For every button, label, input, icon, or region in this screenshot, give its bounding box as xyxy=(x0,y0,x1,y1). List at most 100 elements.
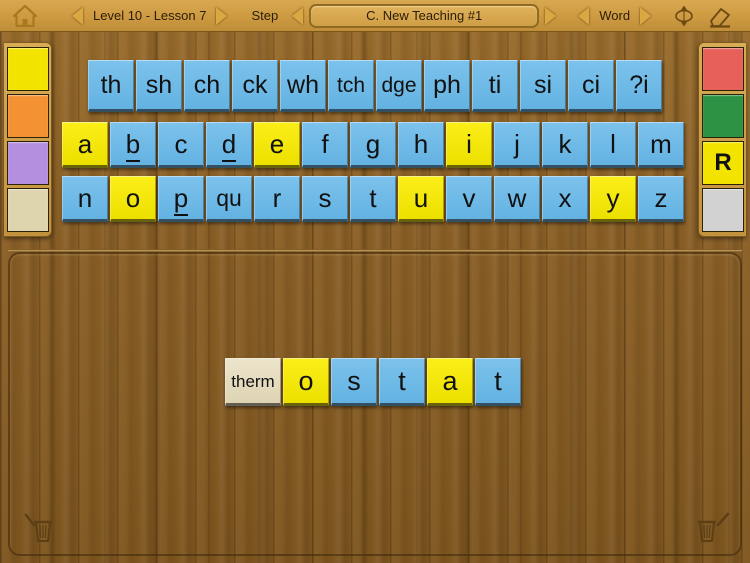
lesson-prev-arrow[interactable] xyxy=(72,6,83,25)
tile-label: e xyxy=(269,129,285,159)
tile-label: ch xyxy=(193,70,221,99)
tile-label: l xyxy=(610,129,616,159)
tile-u[interactable]: u xyxy=(398,176,444,222)
tile-c[interactable]: c xyxy=(158,122,204,168)
top-toolbar: Level 10 - Lesson 7 Step C. New Teaching… xyxy=(0,0,750,32)
swatch-orange[interactable] xyxy=(7,94,49,138)
tile-label: v xyxy=(462,183,476,213)
tile-label: qu xyxy=(216,184,242,211)
tile-th[interactable]: th xyxy=(88,60,134,112)
tile-label: tch xyxy=(336,73,365,97)
tile-ch[interactable]: ch xyxy=(184,60,230,112)
tile-label: ti xyxy=(488,70,502,99)
tile-wh[interactable]: wh xyxy=(280,60,326,112)
swatch-yellow[interactable] xyxy=(7,47,49,91)
trash-can-icon-right[interactable] xyxy=(688,511,734,545)
lesson-next-arrow[interactable] xyxy=(216,6,228,25)
word-tile-t[interactable]: t xyxy=(379,358,425,406)
tile-x[interactable]: x xyxy=(542,176,588,222)
step-value-text: C. New Teaching #1 xyxy=(366,8,483,23)
swatch-red[interactable] xyxy=(702,47,744,91)
tile-label: wh xyxy=(287,70,319,99)
tile-label: u xyxy=(413,183,429,213)
word-tile-o[interactable]: o xyxy=(283,358,329,406)
tile-label: z xyxy=(654,183,668,213)
mode-label: Word xyxy=(599,8,631,23)
tile-g[interactable]: g xyxy=(350,122,396,168)
word-tile-label: s xyxy=(347,365,361,396)
tile-ci[interactable]: ci xyxy=(568,60,614,112)
tile-sh[interactable]: sh xyxy=(136,60,182,112)
swatch-silver[interactable] xyxy=(702,188,744,232)
tile-t[interactable]: t xyxy=(350,176,396,222)
tile-i[interactable]: i xyxy=(446,122,492,168)
tile-k[interactable]: k xyxy=(542,122,588,168)
tile-label: i xyxy=(466,129,472,159)
word-tile-label: a xyxy=(442,365,458,396)
tile-z[interactable]: z xyxy=(638,176,684,222)
swatch-beige[interactable] xyxy=(7,188,49,232)
tile-dge[interactable]: dge xyxy=(376,60,422,112)
home-icon[interactable] xyxy=(12,4,38,28)
tile-label: h xyxy=(413,129,429,159)
mode-next-arrow[interactable] xyxy=(640,6,652,25)
tile-tch[interactable]: tch xyxy=(328,60,374,112)
assembled-word-row: therm o s t a t xyxy=(225,358,521,406)
tile-label: ph xyxy=(433,70,461,99)
tile-ck[interactable]: ck xyxy=(232,60,278,112)
step-value-box[interactable]: C. New Teaching #1 xyxy=(309,3,540,28)
tile-r[interactable]: r xyxy=(254,176,300,222)
tile-e[interactable]: e xyxy=(254,122,300,168)
tile-label: a xyxy=(77,129,93,159)
swatch-purple[interactable] xyxy=(7,141,49,185)
tile-o[interactable]: o xyxy=(110,176,156,222)
word-tile-label: t xyxy=(494,365,502,396)
tile-y[interactable]: y xyxy=(590,176,636,222)
tile-f[interactable]: f xyxy=(302,122,348,168)
word-tile-label: o xyxy=(298,365,314,396)
tile-b[interactable]: b xyxy=(110,122,156,168)
tile-ti[interactable]: ti xyxy=(472,60,518,112)
tile-label: ci xyxy=(581,70,601,99)
tile-m[interactable]: m xyxy=(638,122,684,168)
tile-j[interactable]: j xyxy=(494,122,540,168)
tile-v[interactable]: v xyxy=(446,176,492,222)
step-next-arrow[interactable] xyxy=(545,6,557,25)
swatch-yellow-r[interactable]: R xyxy=(702,141,744,185)
swatch-label: R xyxy=(714,149,732,176)
tile-ph[interactable]: ph xyxy=(424,60,470,112)
swatch-green[interactable] xyxy=(702,94,744,138)
tile-p[interactable]: p xyxy=(158,176,204,222)
tile-label: d xyxy=(221,129,237,162)
tile-label: c xyxy=(174,129,188,159)
tile-label: s xyxy=(318,183,332,213)
eraser-icon[interactable] xyxy=(707,3,733,29)
tile-label: k xyxy=(558,129,572,159)
tile-s[interactable]: s xyxy=(302,176,348,222)
updown-arrows-icon[interactable] xyxy=(671,3,697,29)
tile-?i[interactable]: ?i xyxy=(616,60,662,112)
tile-qu[interactable]: qu xyxy=(206,176,252,222)
step-prev-arrow[interactable] xyxy=(292,6,304,25)
mode-prev-arrow[interactable] xyxy=(578,6,590,25)
tile-label: w xyxy=(507,183,527,213)
step-label: Step xyxy=(251,8,279,23)
word-tile-s[interactable]: s xyxy=(331,358,377,406)
word-tile-a[interactable]: a xyxy=(427,358,473,406)
word-tile-t[interactable]: t xyxy=(475,358,521,406)
tile-h[interactable]: h xyxy=(398,122,444,168)
left-color-palette xyxy=(4,42,52,237)
tile-label: m xyxy=(650,129,672,159)
tile-label: t xyxy=(369,183,377,213)
tile-n[interactable]: n xyxy=(62,176,108,222)
tile-d[interactable]: d xyxy=(206,122,252,168)
tile-l[interactable]: l xyxy=(590,122,636,168)
trash-can-icon-left[interactable] xyxy=(20,511,66,545)
word-tile-therm[interactable]: therm xyxy=(225,358,281,406)
tile-a[interactable]: a xyxy=(62,122,108,168)
tile-w[interactable]: w xyxy=(494,176,540,222)
word-tile-label: t xyxy=(398,365,406,396)
alphabet-tile-row-1: a b c d e f g h i j k l m xyxy=(62,122,684,168)
tile-label: dge xyxy=(381,73,417,97)
tile-si[interactable]: si xyxy=(520,60,566,112)
